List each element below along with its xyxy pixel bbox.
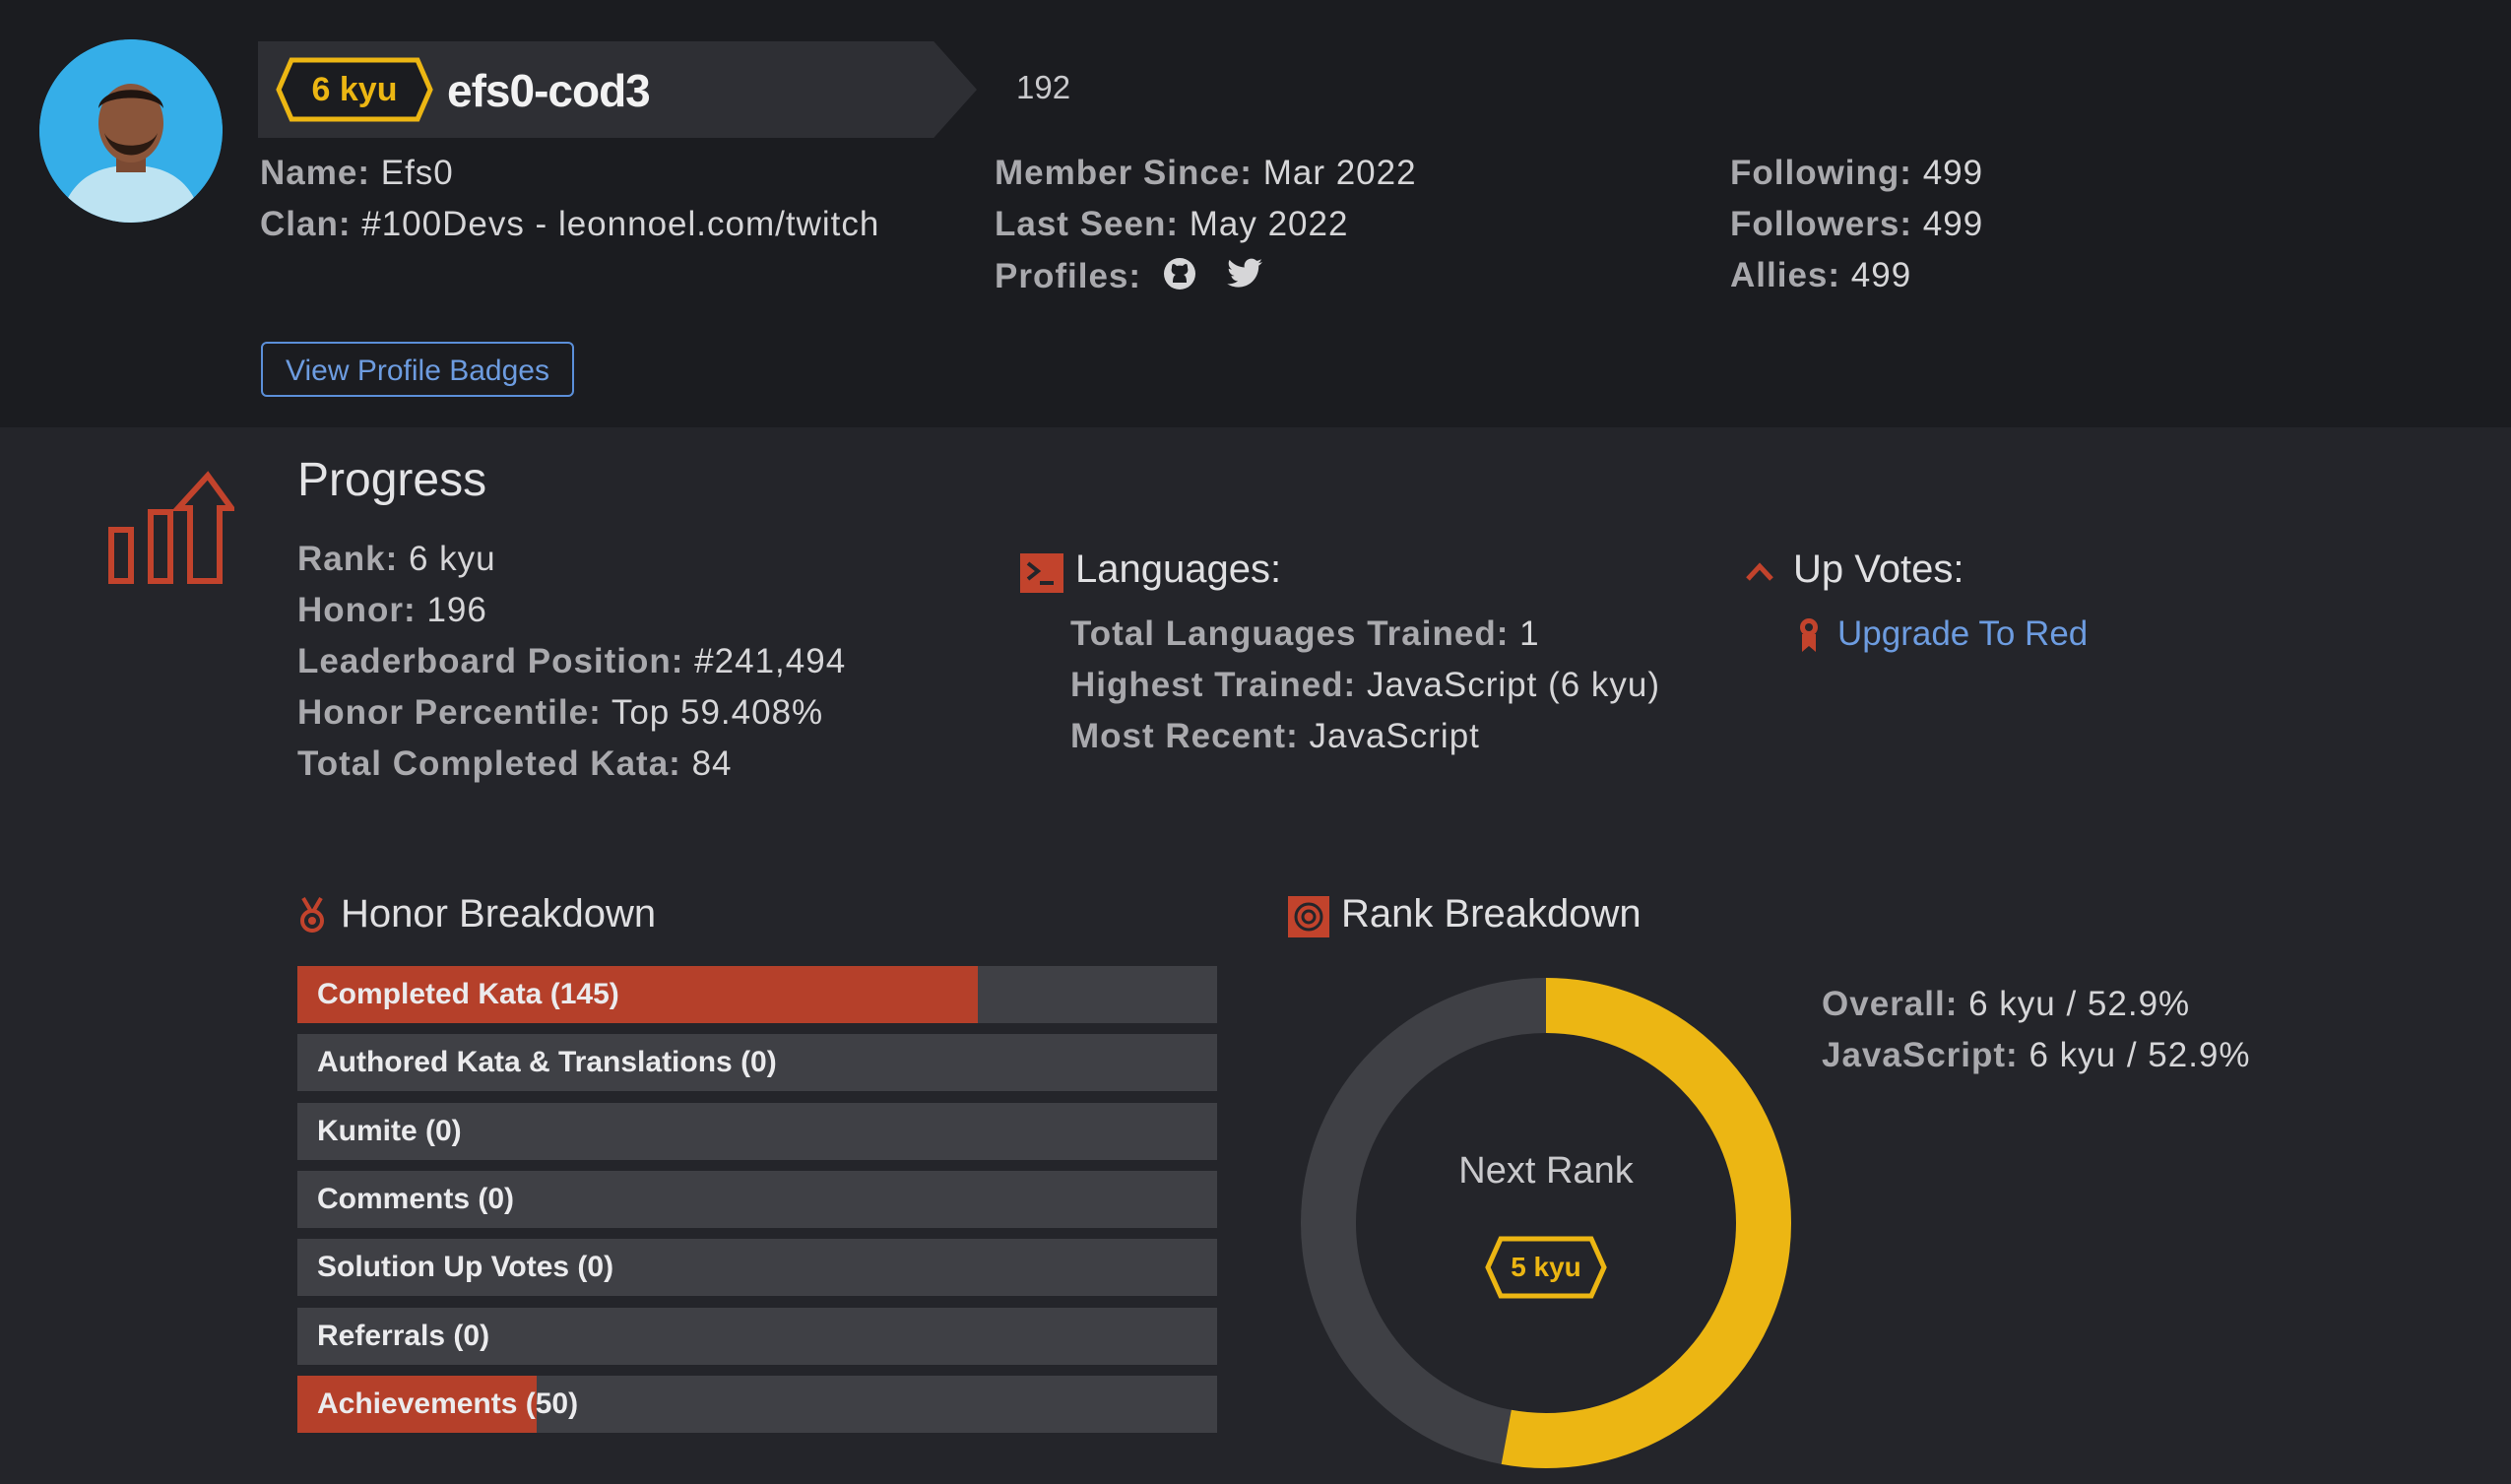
rank-badge: 6 kyu — [276, 57, 433, 122]
allies-value: 499 — [1850, 256, 1912, 294]
medal-icon — [299, 896, 325, 938]
breakdown-label: Completed Kata (145) — [317, 978, 619, 1010]
rank-badge-label: 6 kyu — [311, 71, 398, 108]
breakdown-label: Achievements (50) — [317, 1387, 579, 1420]
total-languages-label: Total Languages Trained: — [1070, 614, 1510, 653]
twitter-icon[interactable] — [1226, 258, 1263, 298]
target-icon — [1288, 896, 1329, 942]
chevron-up-icon — [1745, 559, 1774, 588]
progress-title: Progress — [297, 454, 487, 506]
javascript-label: JavaScript: — [1822, 1036, 2019, 1074]
leaderboard-label: Leaderboard Position: — [297, 642, 684, 680]
overall-value: 6 kyu / 52.9% — [1968, 985, 2191, 1023]
leaderboard-row: Leaderboard Position: #241,494 — [297, 642, 846, 681]
highest-trained-value: JavaScript (6 kyu) — [1366, 666, 1661, 704]
following-value: 499 — [1922, 154, 1984, 192]
username: efs0-cod3 — [447, 65, 651, 116]
clan-row: Clan: #100Devs - leonnoel.com/twitch — [260, 205, 879, 244]
breakdown-bar-solution-upvotes: Solution Up Votes (0) — [297, 1239, 1217, 1296]
rank-progress-donut — [1298, 975, 1794, 1476]
rank-value: 6 kyu — [408, 540, 496, 578]
most-recent-value: JavaScript — [1309, 717, 1480, 755]
following-label: Following: — [1730, 154, 1912, 192]
leaderboard-value: #241,494 — [694, 642, 847, 680]
avatar[interactable] — [39, 39, 223, 223]
upgrade-to-red-link[interactable]: Upgrade To Red — [1837, 614, 2088, 654]
progress-chart-icon — [106, 471, 237, 592]
name-label: Name: — [260, 154, 370, 192]
last-seen-label: Last Seen: — [995, 205, 1179, 243]
breakdown-bar-kumite: Kumite (0) — [297, 1103, 1217, 1160]
next-rank-label: Next Rank — [1458, 1150, 1634, 1192]
javascript-rank-row: JavaScript: 6 kyu / 52.9% — [1822, 1036, 2251, 1075]
breakdown-label: Authored Kata & Translations (0) — [317, 1046, 777, 1078]
total-languages-value: 1 — [1519, 614, 1540, 653]
highest-trained-label: Highest Trained: — [1070, 666, 1357, 704]
followers-value: 499 — [1922, 205, 1984, 243]
breakdown-label: Solution Up Votes (0) — [317, 1251, 614, 1283]
rank-label: Rank: — [297, 540, 399, 578]
completed-kata-value: 84 — [691, 744, 733, 783]
languages-title: Languages: — [1075, 548, 1282, 591]
percentile-row: Honor Percentile: Top 59.408% — [297, 693, 823, 733]
profiles-label: Profiles: — [995, 256, 1142, 295]
completed-kata-row: Total Completed Kata: 84 — [297, 744, 733, 784]
honor-label: Honor: — [297, 591, 417, 629]
clan-label: Clan: — [260, 205, 352, 243]
next-rank-badge: 5 kyu — [1485, 1236, 1607, 1299]
breakdown-bar-authored-kata: Authored Kata & Translations (0) — [297, 1034, 1217, 1091]
breakdown-bar-completed-kata: Completed Kata (145) — [297, 966, 1217, 1023]
breakdown-label: Referrals (0) — [317, 1320, 490, 1352]
followers-row[interactable]: Followers: 499 — [1730, 205, 1983, 244]
terminal-icon — [1020, 553, 1063, 598]
overall-rank-row: Overall: 6 kyu / 52.9% — [1822, 985, 2190, 1024]
most-recent-row: Most Recent: JavaScript — [1070, 717, 1480, 756]
last-seen-value: May 2022 — [1189, 205, 1349, 243]
most-recent-label: Most Recent: — [1070, 717, 1299, 755]
honor-breakdown-title: Honor Breakdown — [341, 892, 657, 936]
overall-label: Overall: — [1822, 985, 1959, 1023]
ribbon-icon — [1796, 616, 1822, 659]
highest-trained-row: Highest Trained: JavaScript (6 kyu) — [1070, 666, 1660, 705]
followers-label: Followers: — [1730, 205, 1913, 243]
allies-row[interactable]: Allies: 499 — [1730, 256, 1911, 295]
view-profile-badges-button[interactable]: View Profile Badges — [261, 342, 574, 397]
percentile-label: Honor Percentile: — [297, 693, 602, 732]
member-since-label: Member Since: — [995, 154, 1253, 192]
last-seen-row: Last Seen: May 2022 — [995, 205, 1348, 244]
following-row[interactable]: Following: 499 — [1730, 154, 1983, 193]
honor-value: 196 — [426, 591, 487, 629]
github-icon[interactable] — [1162, 256, 1197, 300]
percentile-value: Top 59.408% — [611, 693, 824, 732]
total-languages-row: Total Languages Trained: 1 — [1070, 614, 1540, 654]
name-value: Efs0 — [380, 154, 454, 192]
upvotes-title: Up Votes: — [1793, 548, 1964, 591]
javascript-value: 6 kyu / 52.9% — [2028, 1036, 2251, 1074]
honor-row: Honor: 196 — [297, 591, 487, 630]
completed-kata-label: Total Completed Kata: — [297, 744, 681, 783]
next-rank-value: 5 kyu — [1511, 1252, 1581, 1282]
member-since-value: Mar 2022 — [1262, 154, 1417, 192]
allies-label: Allies: — [1730, 256, 1841, 294]
rank-breakdown-title: Rank Breakdown — [1341, 892, 1642, 936]
member-since-row: Member Since: Mar 2022 — [995, 154, 1417, 193]
name-row: Name: Efs0 — [260, 154, 454, 193]
rank-row: Rank: 6 kyu — [297, 540, 496, 579]
breakdown-bar-referrals: Referrals (0) — [297, 1308, 1217, 1365]
breakdown-label: Comments (0) — [317, 1183, 515, 1215]
clan-value: #100Devs - leonnoel.com/twitch — [361, 205, 880, 243]
breakdown-bar-comments: Comments (0) — [297, 1171, 1217, 1228]
breakdown-label: Kumite (0) — [317, 1115, 462, 1147]
honor-score: 192 — [1016, 69, 1071, 105]
profiles-row: Profiles: — [995, 256, 1263, 300]
breakdown-bar-achievements: Achievements (50) — [297, 1376, 1217, 1433]
